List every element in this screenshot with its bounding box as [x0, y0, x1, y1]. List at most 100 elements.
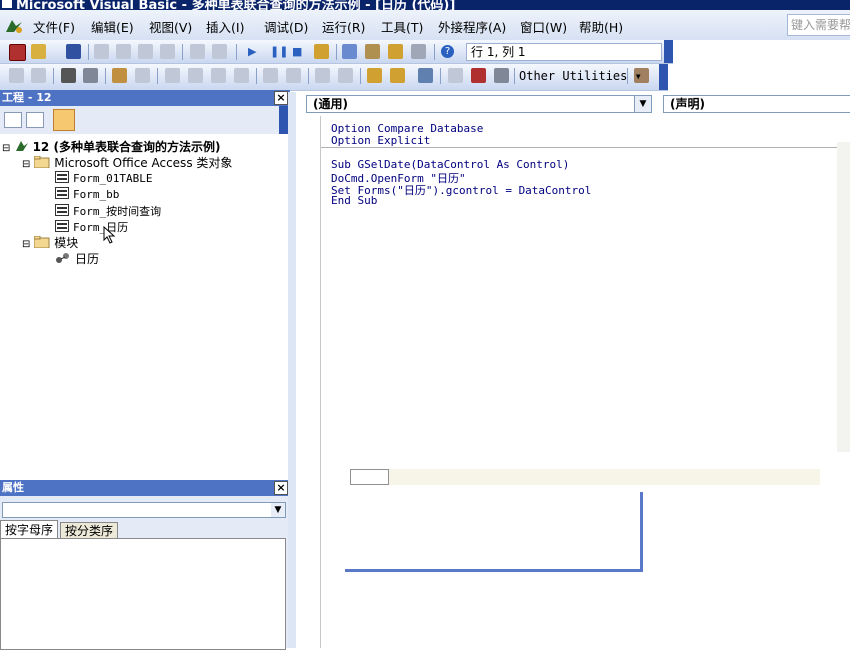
help-search-input[interactable]: 键入需要帮: [787, 14, 850, 36]
properties-window-button[interactable]: [365, 44, 380, 59]
dropdown-arrow-icon[interactable]: ▼: [634, 96, 651, 112]
menu-debug[interactable]: 调试(D): [264, 17, 308, 36]
dropdown-arrow-icon[interactable]: ▼: [271, 503, 285, 517]
toolbar-grip[interactable]: [279, 106, 288, 134]
tree-folder-modules[interactable]: ⊟ 模块: [22, 234, 78, 251]
list-properties-button[interactable]: [9, 68, 24, 83]
toggle-folders-button[interactable]: [53, 109, 75, 131]
indent-button[interactable]: [263, 68, 278, 83]
parameter-info-button[interactable]: [83, 68, 98, 83]
tree-folder-objects-label: Microsoft Office Access 类对象: [54, 156, 233, 170]
design-mode-button[interactable]: [314, 44, 329, 59]
breakpoint-button[interactable]: [494, 68, 509, 83]
call-stack-button[interactable]: [418, 68, 433, 83]
comment-block-button[interactable]: [315, 68, 330, 83]
tree-folder-objects[interactable]: ⊟ Microsoft Office Access 类对象: [22, 154, 232, 171]
properties-grid[interactable]: [0, 538, 286, 650]
project-explorer-toolbar: [0, 106, 288, 134]
view-object-button[interactable]: [26, 112, 44, 128]
save-button[interactable]: [66, 44, 81, 59]
code-line[interactable]: End Sub: [331, 194, 377, 207]
tree-form-item[interactable]: Form_日历: [55, 219, 128, 235]
menu-help[interactable]: 帮助(H): [579, 17, 623, 36]
procedure-combo[interactable]: (声明): [663, 95, 850, 113]
quick-info-button[interactable]: [61, 68, 76, 83]
menu-edit[interactable]: 编辑(E): [91, 17, 134, 36]
tree-form-label: Form_bb: [73, 188, 120, 201]
toolbar-grip[interactable]: [664, 40, 673, 63]
object-browser-button[interactable]: [388, 44, 403, 59]
menu-bar: 文件(F) 编辑(E) 视图(V) 插入(I) 调试(D) 运行(R) 工具(T…: [0, 10, 850, 40]
collapse-icon[interactable]: ⊟: [22, 239, 30, 250]
module-icon: [55, 252, 71, 267]
collapse-icon[interactable]: ⊟: [22, 159, 30, 170]
scroll-thumb[interactable]: [350, 469, 389, 485]
tree-root-node[interactable]: ⊟ 12 (多种单表联合查询的方法示例): [2, 138, 220, 155]
properties-title: 属性 ×: [0, 480, 290, 496]
help-icon[interactable]: ?: [441, 45, 454, 58]
toolbar-separator: [440, 68, 441, 84]
menu-run[interactable]: 运行(R): [322, 17, 365, 36]
copy-button[interactable]: [116, 44, 131, 59]
tree-form-item[interactable]: Form_01TABLE: [55, 171, 152, 186]
align-top-button[interactable]: [211, 68, 226, 83]
tree-form-item[interactable]: Form_bb: [55, 187, 119, 202]
align-right-button[interactable]: [188, 68, 203, 83]
menu-view[interactable]: 视图(V): [149, 17, 192, 36]
tree-form-item[interactable]: Form_按时间查询: [55, 203, 161, 219]
toolbar-grip[interactable]: [659, 64, 668, 90]
toolbar-separator: [157, 68, 158, 84]
close-icon[interactable]: ×: [274, 91, 288, 105]
close-icon[interactable]: ×: [274, 481, 288, 495]
toggle-bookmark-button[interactable]: [367, 68, 382, 83]
reset-icon[interactable]: ■: [292, 45, 302, 58]
window-title: Microsoft Visual Basic - 多种单表联合查询的方法示例 -…: [16, 0, 456, 10]
break-icon[interactable]: ❚❚: [270, 45, 288, 58]
pane-splitter[interactable]: [288, 92, 296, 648]
run-icon[interactable]: ▶: [248, 45, 256, 58]
align-left-button[interactable]: [165, 68, 180, 83]
redo-button[interactable]: [212, 44, 227, 59]
other-utilities-menu[interactable]: Other Utilities ▾: [519, 69, 642, 83]
tab-categorized[interactable]: 按分类序: [60, 522, 118, 539]
eraser-button[interactable]: [448, 68, 463, 83]
vb-menu-icon[interactable]: [4, 18, 24, 37]
tree-form-label: Form_日历: [73, 221, 129, 234]
project-explorer-button[interactable]: [342, 44, 357, 59]
toolbar-separator: [88, 44, 89, 60]
toolbar-separator: [236, 44, 237, 60]
object-combo[interactable]: (通用) ▼: [306, 95, 652, 113]
list-constants-button[interactable]: [31, 68, 46, 83]
cut-button[interactable]: [94, 44, 109, 59]
menu-insert[interactable]: 插入(I): [206, 17, 244, 36]
clear-bookmarks-button[interactable]: [471, 68, 486, 83]
uncomment-block-button[interactable]: [338, 68, 353, 83]
tab-alphabetic[interactable]: 按字母序: [0, 520, 58, 539]
collapse-icon[interactable]: ⊟: [2, 143, 10, 154]
tab-categorized-label: 按分类序: [64, 524, 113, 538]
paste-button[interactable]: [138, 44, 153, 59]
object-dropdown[interactable]: ▼: [2, 502, 286, 518]
access-view-button[interactable]: [9, 44, 26, 61]
properties-title-text: 属性: [2, 481, 24, 494]
code-line[interactable]: Option Explicit: [331, 134, 430, 147]
view-code-button[interactable]: [4, 112, 22, 128]
undo-button[interactable]: [190, 44, 205, 59]
tree-module-item[interactable]: 日历: [55, 250, 99, 267]
menu-window[interactable]: 窗口(W): [520, 17, 567, 36]
find-button[interactable]: [160, 44, 175, 59]
menu-file[interactable]: 文件(F): [33, 17, 75, 36]
horizontal-scrollbar[interactable]: [350, 469, 820, 485]
toolbox-button[interactable]: [411, 44, 426, 59]
menu-tools[interactable]: 工具(T): [381, 17, 423, 36]
toolbar-separator: [514, 68, 515, 84]
insert-module-button[interactable]: [31, 44, 46, 59]
complete-word-button[interactable]: [112, 68, 127, 83]
menu-addins[interactable]: 外接程序(A): [438, 17, 506, 36]
other-utilities-label: Other Utilities: [519, 69, 628, 83]
align-bottom-button[interactable]: [234, 68, 249, 83]
next-bookmark-button[interactable]: [390, 68, 405, 83]
vertical-scrollbar[interactable]: [837, 142, 850, 452]
outdent-button[interactable]: [286, 68, 301, 83]
new-module-button[interactable]: [135, 68, 150, 83]
